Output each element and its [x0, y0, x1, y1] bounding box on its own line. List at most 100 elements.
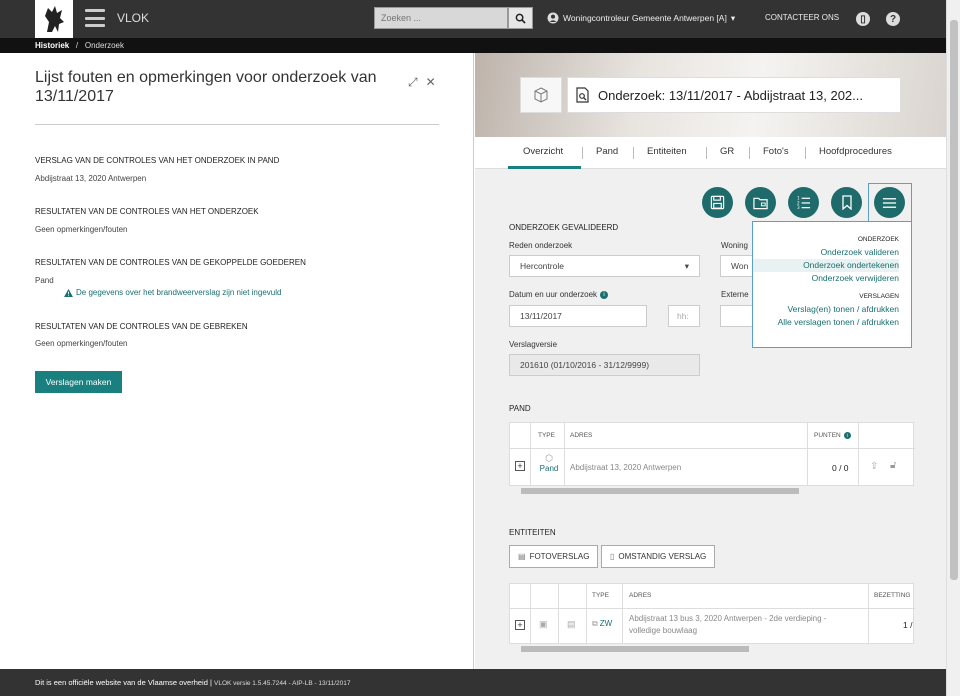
info-icon[interactable]: i [843, 432, 851, 439]
entiteiten-hscroll[interactable] [509, 644, 914, 654]
hero-banner: Onderzoek: 13/11/2017 - Abdijstraat 13, … [475, 53, 946, 137]
flemish-lion-logo[interactable] [35, 0, 73, 38]
entiteit-type-link[interactable]: ⧉ ZW [592, 619, 612, 629]
menu-icon[interactable] [85, 9, 105, 27]
datum-input[interactable]: 13/11/2017 [509, 305, 647, 327]
menu-item-verslag-tonen[interactable]: Verslag(en) tonen / afdrukken [753, 303, 899, 316]
versie-label: Verslagversie [509, 340, 558, 349]
page-scrollbar[interactable] [946, 0, 960, 696]
pand-heading: PAND [509, 404, 531, 413]
checklist-button[interactable]: 123 [788, 187, 819, 218]
bookmark-icon [841, 195, 852, 210]
section-heading: RESULTATEN VAN DE CONTROLES VAN DE GEKOP… [35, 258, 306, 267]
reden-value: Hercontrole [520, 261, 564, 271]
hscroll-thumb[interactable] [521, 646, 749, 652]
divider [35, 124, 439, 125]
reden-label: Reden onderzoek [509, 241, 573, 250]
col-adres: ADRES [629, 592, 652, 599]
fotoverslag-button[interactable]: ▤ FOTOVERSLAG [509, 545, 599, 568]
user-menu[interactable]: Woningcontroleur Gemeente Antwerpen [A] … [547, 12, 735, 24]
entiteiten-table: TYPE ADRES BEZETTING + ▣ ▤ ⧉ ZW Abdijstr… [509, 583, 915, 645]
warning-message[interactable]: De gegevens over het brandweerverslag zi… [64, 288, 281, 297]
pand-punten: 0 / 0 [832, 463, 849, 473]
menu-item-valideren[interactable]: Onderzoek valideren [753, 246, 899, 259]
breadcrumb-onderzoek: Onderzoek [84, 41, 124, 50]
errors-panel: Lijst fouten en opmerkingen voor onderzo… [0, 53, 474, 669]
expand-row-icon[interactable]: + [515, 620, 525, 630]
fotoverslag-label: FOTOVERSLAG [529, 552, 590, 561]
breadcrumb: Historiek / Onderzoek [0, 38, 946, 53]
search-input[interactable] [374, 7, 508, 29]
file-icon: ▯ [610, 552, 615, 561]
warning-text: De gegevens over het brandweerverslag zi… [76, 288, 282, 297]
user-icon [547, 12, 559, 24]
uur-input[interactable]: hh: [668, 305, 700, 327]
col-adres: ADRES [570, 432, 593, 439]
verslagen-maken-button[interactable]: Verslagen maken [35, 371, 122, 393]
tab-gr[interactable]: GR [720, 146, 734, 157]
footer-text: Dit is een officiële website van de Vlaa… [35, 678, 208, 687]
versie-value: 201610 (01/10/2016 - 31/12/9999) [520, 360, 650, 370]
menu-item-verwijderen[interactable]: Onderzoek verwijderen [753, 272, 899, 285]
book-icon[interactable]: ▯ [856, 12, 870, 26]
reden-select[interactable]: Hercontrole ▾ [509, 255, 700, 277]
entiteit-adres: Abdijstraat 13 bus 3, 2020 Antwerpen - 2… [629, 614, 827, 635]
col-punten-label: PUNTEN [814, 432, 841, 439]
active-tab-indicator [508, 166, 581, 169]
col-bezetting: BEZETTING [874, 592, 911, 599]
breadcrumb-historiek[interactable]: Historiek [35, 41, 69, 50]
document-icon[interactable]: ▤ [567, 619, 576, 630]
scrollbar-thumb[interactable] [950, 20, 958, 580]
dropdown-heading-onderzoek: ONDERZOEK [857, 236, 899, 243]
pand-type-link[interactable]: Pand [536, 464, 562, 473]
unlock-icon[interactable]: 🔓︎ [890, 460, 896, 471]
floppy-icon [710, 195, 725, 210]
cube-icon: ⬡ [545, 453, 553, 463]
section-heading: VERSLAG VAN DE CONTROLES VAN HET ONDERZO… [35, 156, 280, 165]
user-label: Woningcontroleur Gemeente Antwerpen [A] [563, 13, 727, 23]
tab-fotos[interactable]: Foto's [763, 146, 789, 157]
validated-heading: ONDERZOEK GEVALIDEERD [509, 223, 619, 232]
omstandig-verslag-label: OMSTANDIG VERSLAG [618, 552, 707, 561]
bookmark-button[interactable] [831, 187, 862, 218]
tab-bar: Overzicht Pand Entiteiten GR Foto's Hoof… [475, 137, 946, 169]
hscroll-thumb[interactable] [521, 488, 799, 494]
pand-adres: Abdijstraat 13, 2020 Antwerpen [570, 463, 682, 472]
search-icon [515, 13, 526, 24]
section-text: Geen opmerkingen/fouten [35, 225, 128, 234]
menu-item-ondertekenen[interactable]: Onderzoek ondertekenen [753, 259, 899, 272]
datum-value: 13/11/2017 [520, 311, 562, 321]
footer: Dit is een officiële website van de Vlaa… [0, 669, 946, 696]
cube-icon[interactable] [520, 77, 562, 113]
col-type: TYPE [592, 592, 609, 599]
pand-hscroll[interactable] [509, 486, 914, 496]
omstandig-verslag-button[interactable]: ▯ OMSTANDIG VERSLAG [601, 545, 716, 568]
expand-icon[interactable]: ⤢ [408, 75, 418, 90]
hamburger-icon [882, 197, 897, 208]
contact-link[interactable]: CONTACTEER ONS [765, 13, 839, 22]
expand-row-icon[interactable]: + [515, 461, 525, 471]
tab-hoofdprocedures[interactable]: Hoofdprocedures [819, 146, 892, 157]
uur-placeholder: hh: [677, 311, 689, 321]
tab-pand[interactable]: Pand [596, 146, 618, 157]
upload-icon[interactable]: ⇪ [870, 461, 878, 472]
search-button[interactable] [508, 7, 533, 29]
save-button[interactable] [702, 187, 733, 218]
section-text: Abdijstraat 13, 2020 Antwerpen [35, 174, 147, 183]
image-icon[interactable]: ▣ [539, 619, 548, 630]
menu-item-alle-verslagen[interactable]: Alle verslagen tonen / afdrukken [753, 316, 899, 329]
dropdown-heading-verslagen: VERSLAGEN [859, 293, 899, 300]
dossier-button[interactable] [745, 187, 776, 218]
tab-overzicht[interactable]: Overzicht [523, 146, 563, 157]
info-icon[interactable]: i [600, 290, 609, 299]
tab-entiteiten[interactable]: Entiteiten [647, 146, 687, 157]
section-text: Pand [35, 276, 54, 285]
col-punten: PUNTEN i [814, 432, 851, 439]
col-type: TYPE [538, 432, 555, 439]
close-icon[interactable]: ✕ [426, 75, 436, 90]
document-icon: ▤ [518, 552, 526, 561]
onderzoek-title: Onderzoek: 13/11/2017 - Abdijstraat 13, … [567, 77, 901, 113]
help-icon[interactable]: ? [886, 12, 900, 26]
actions-menu-button[interactable] [874, 187, 905, 218]
entiteit-type: ZW [599, 619, 613, 628]
